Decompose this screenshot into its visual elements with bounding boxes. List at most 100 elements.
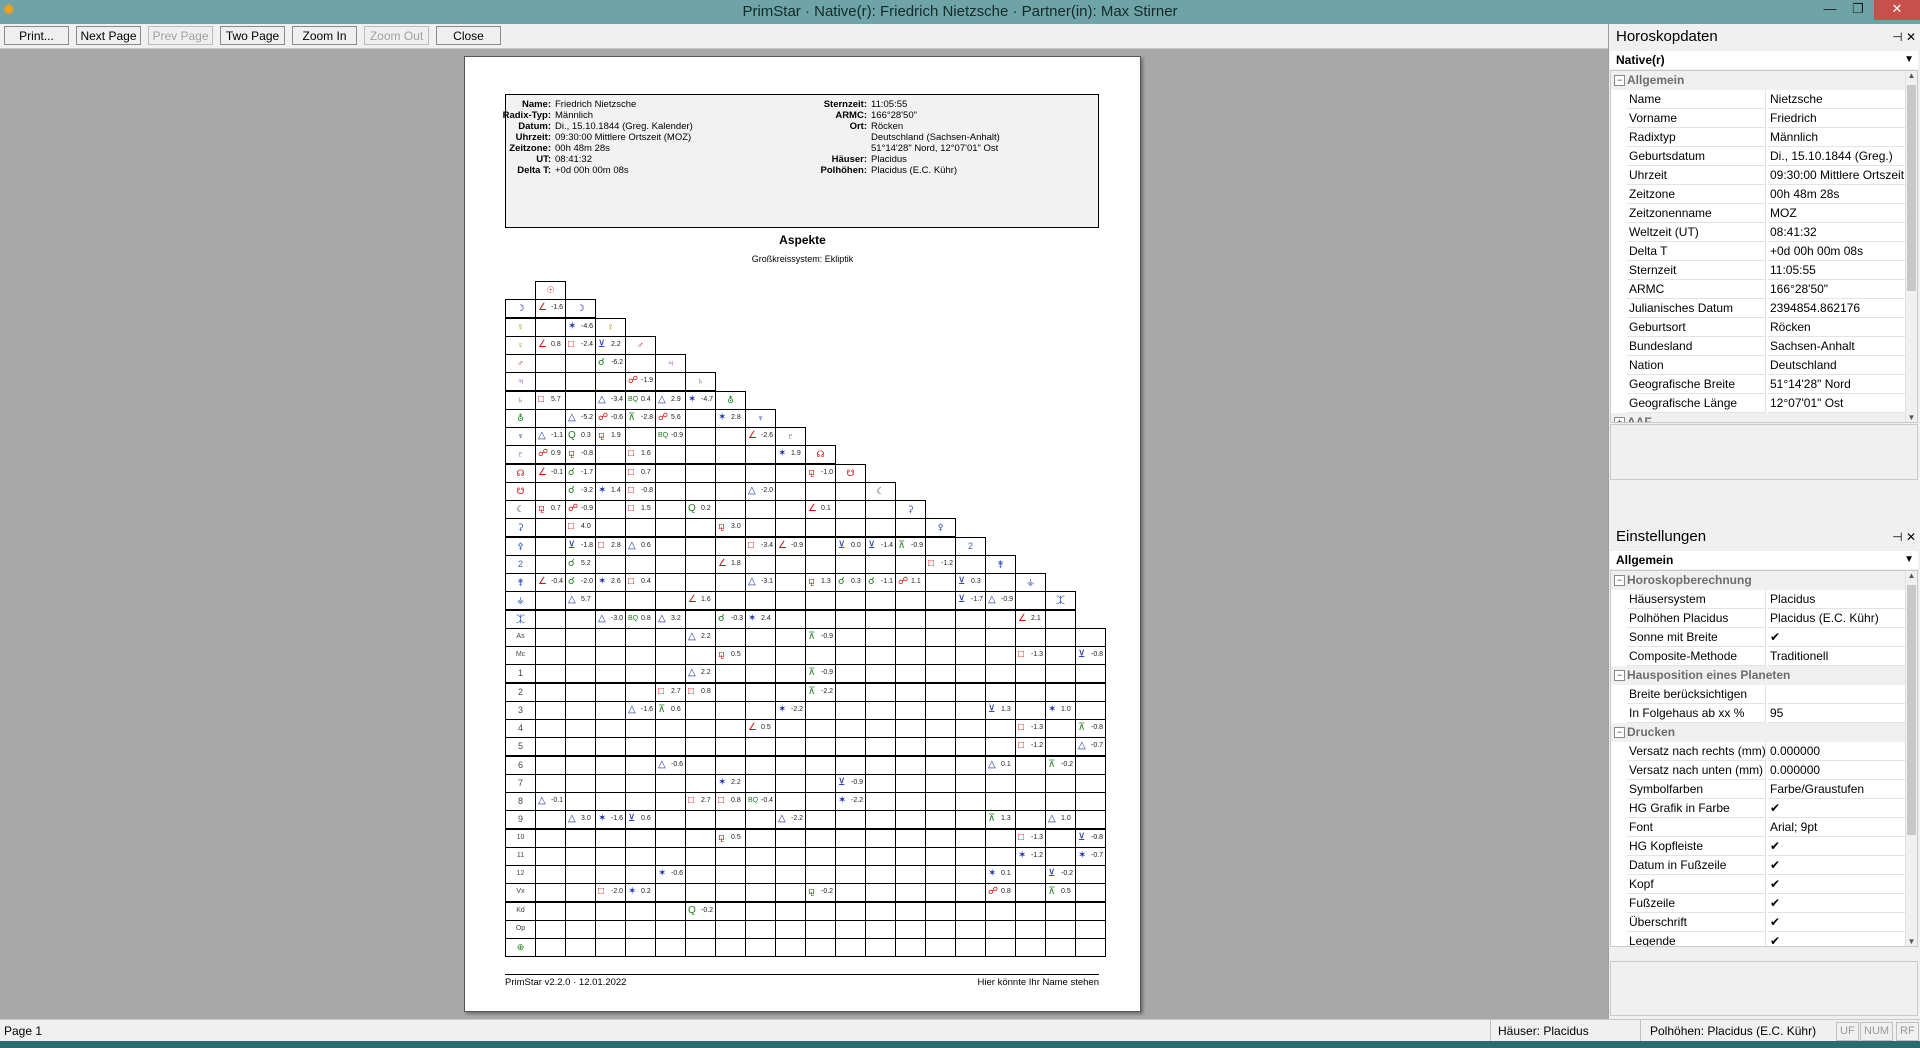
property-category[interactable]: + AAF <box>1611 413 1908 422</box>
property-row[interactable]: Radixtyp Männlich <box>1611 128 1908 147</box>
property-row[interactable]: Weltzeit (UT) 08:41:32 <box>1611 223 1908 242</box>
next-page-button[interactable]: Next Page <box>76 26 141 45</box>
minimize-button[interactable]: — <box>1816 0 1844 20</box>
property-row[interactable]: Nation Deutschland <box>1611 356 1908 375</box>
property-value[interactable]: 11:05:55 <box>1768 261 1908 280</box>
close-preview-button[interactable]: Close <box>436 26 501 45</box>
pin-icon[interactable]: ⊣ <box>1892 30 1902 44</box>
property-category[interactable]: − Hausposition eines Planeten <box>1611 666 1908 685</box>
property-row[interactable]: Geografische Länge 12°07'01" Ost <box>1611 394 1908 413</box>
property-row[interactable]: HG Kopfleiste ✔ <box>1611 837 1908 856</box>
vertical-scrollbar[interactable]: ▲ ▼ <box>1905 71 1917 422</box>
pin-icon[interactable]: ⊣ <box>1892 530 1902 544</box>
property-row[interactable]: Häusersystem Placidus <box>1611 590 1908 609</box>
close-panel-icon[interactable]: ✕ <box>1906 530 1916 544</box>
property-row[interactable]: Versatz nach unten (mm) 0.000000 <box>1611 761 1908 780</box>
restore-button[interactable]: ❐ <box>1844 0 1872 20</box>
property-row[interactable]: Kopf ✔ <box>1611 875 1908 894</box>
collapse-icon[interactable]: − <box>1614 575 1625 586</box>
property-value[interactable]: Männlich <box>1768 128 1908 147</box>
property-value[interactable]: Farbe/Graustufen <box>1768 780 1908 799</box>
property-row[interactable]: Breite berücksichtigen <box>1611 685 1908 704</box>
property-value[interactable]: 12°07'01" Ost <box>1768 394 1908 413</box>
property-value[interactable]: ✔ <box>1768 799 1908 818</box>
property-value[interactable] <box>1768 685 1908 704</box>
property-value[interactable]: 0.000000 <box>1768 761 1908 780</box>
zoom-out-button[interactable]: Zoom Out <box>364 26 429 45</box>
property-value[interactable]: 09:30:00 Mittlere Ortszeit <box>1768 166 1908 185</box>
property-value[interactable]: Friedrich <box>1768 109 1908 128</box>
property-row[interactable]: Composite-Methode Traditionell <box>1611 647 1908 666</box>
scroll-thumb[interactable] <box>1907 85 1916 291</box>
property-value[interactable]: ✔ <box>1768 913 1908 932</box>
property-value[interactable]: ✔ <box>1768 837 1908 856</box>
property-row[interactable]: Polhöhen Placidus Placidus (E.C. Kühr) <box>1611 609 1908 628</box>
property-row[interactable]: Uhrzeit 09:30:00 Mittlere Ortszeit <box>1611 166 1908 185</box>
property-row[interactable]: Fußzeile ✔ <box>1611 894 1908 913</box>
property-value[interactable]: Deutschland <box>1768 356 1908 375</box>
property-row[interactable]: In Folgehaus ab xx % 95 <box>1611 704 1908 723</box>
property-row[interactable]: Geburtsort Röcken <box>1611 318 1908 337</box>
property-value[interactable]: Röcken <box>1768 318 1908 337</box>
property-value[interactable]: Arial; 9pt <box>1768 818 1908 837</box>
property-row[interactable]: Zeitzonenname MOZ <box>1611 204 1908 223</box>
property-category[interactable]: − Drucken <box>1611 723 1908 742</box>
property-value[interactable]: ✔ <box>1768 856 1908 875</box>
collapse-icon[interactable]: − <box>1614 75 1625 86</box>
property-value[interactable]: MOZ <box>1768 204 1908 223</box>
close-panel-icon[interactable]: ✕ <box>1906 30 1916 44</box>
scroll-up-icon[interactable]: ▲ <box>1906 71 1917 80</box>
property-value[interactable]: 0.000000 <box>1768 742 1908 761</box>
close-window-button[interactable]: ✕ <box>1874 0 1920 20</box>
print-preview-area[interactable]: Name: Friedrich Nietzsche Radix-Typ: Männli… <box>0 49 1608 1019</box>
property-row[interactable]: Vorname Friedrich <box>1611 109 1908 128</box>
property-row[interactable]: Name Nietzsche <box>1611 90 1908 109</box>
property-row[interactable]: HG Grafik in Farbe ✔ <box>1611 799 1908 818</box>
vertical-scrollbar[interactable]: ▲ ▼ <box>1905 571 1917 946</box>
collapse-icon[interactable]: − <box>1614 670 1625 681</box>
property-value[interactable]: ✔ <box>1768 875 1908 894</box>
scroll-down-icon[interactable]: ▼ <box>1906 937 1917 946</box>
property-value[interactable]: ✔ <box>1768 628 1908 647</box>
property-row[interactable]: Sternzeit 11:05:55 <box>1611 261 1908 280</box>
einstellungen-property-grid[interactable]: − Horoskopberechnung Häusersystem Placidus P… <box>1610 570 1918 947</box>
scroll-thumb[interactable] <box>1907 585 1916 835</box>
property-row[interactable]: Julianisches Datum 2394854.862176 <box>1611 299 1908 318</box>
property-row[interactable]: Geografische Breite 51°14'28" Nord <box>1611 375 1908 394</box>
property-value[interactable]: 95 <box>1768 704 1908 723</box>
property-value[interactable]: 00h 48m 28s <box>1768 185 1908 204</box>
property-value[interactable]: 166°28'50" <box>1768 280 1908 299</box>
property-value[interactable]: +0d 00h 00m 08s <box>1768 242 1908 261</box>
property-value[interactable]: Traditionell <box>1768 647 1908 666</box>
einstellungen-selector[interactable]: Allgemein ▼ <box>1610 551 1918 569</box>
two-page-button[interactable]: Two Page <box>220 26 285 45</box>
property-row[interactable]: ARMC 166°28'50" <box>1611 280 1908 299</box>
property-value[interactable]: 2394854.862176 <box>1768 299 1908 318</box>
property-value[interactable]: Placidus <box>1768 590 1908 609</box>
property-value[interactable]: ✔ <box>1768 894 1908 913</box>
scroll-up-icon[interactable]: ▲ <box>1906 571 1917 580</box>
property-row[interactable]: Zeitzone 00h 48m 28s <box>1611 185 1908 204</box>
property-row[interactable]: Delta T +0d 00h 00m 08s <box>1611 242 1908 261</box>
property-row[interactable]: Legende ✔ <box>1611 932 1908 946</box>
property-row[interactable]: Symbolfarben Farbe/Graustufen <box>1611 780 1908 799</box>
property-value[interactable]: 51°14'28" Nord <box>1768 375 1908 394</box>
property-value[interactable]: Sachsen-Anhalt <box>1768 337 1908 356</box>
prev-page-button[interactable]: Prev Page <box>148 26 213 45</box>
property-category[interactable]: − Horoskopberechnung <box>1611 571 1908 590</box>
property-row[interactable]: Datum in Fußzeile ✔ <box>1611 856 1908 875</box>
property-row[interactable]: Geburtsdatum Di., 15.10.1844 (Greg.) <box>1611 147 1908 166</box>
property-value[interactable]: Nietzsche <box>1768 90 1908 109</box>
scroll-down-icon[interactable]: ▼ <box>1906 413 1917 422</box>
property-value[interactable]: ✔ <box>1768 932 1908 946</box>
horoskopdaten-property-grid[interactable]: − Allgemein Name Nietzsche Vorname Friedrich R… <box>1610 70 1918 423</box>
property-value[interactable]: Placidus (E.C. Kühr) <box>1768 609 1908 628</box>
property-value[interactable]: 08:41:32 <box>1768 223 1908 242</box>
property-row[interactable]: Versatz nach rechts (mm) 0.000000 <box>1611 742 1908 761</box>
collapse-icon[interactable]: − <box>1614 727 1625 738</box>
property-row[interactable]: Sonne mit Breite ✔ <box>1611 628 1908 647</box>
zoom-in-button[interactable]: Zoom In <box>292 26 357 45</box>
property-row[interactable]: Bundesland Sachsen-Anhalt <box>1611 337 1908 356</box>
property-category[interactable]: − Allgemein <box>1611 71 1908 90</box>
print-button[interactable]: Print... <box>4 26 69 45</box>
